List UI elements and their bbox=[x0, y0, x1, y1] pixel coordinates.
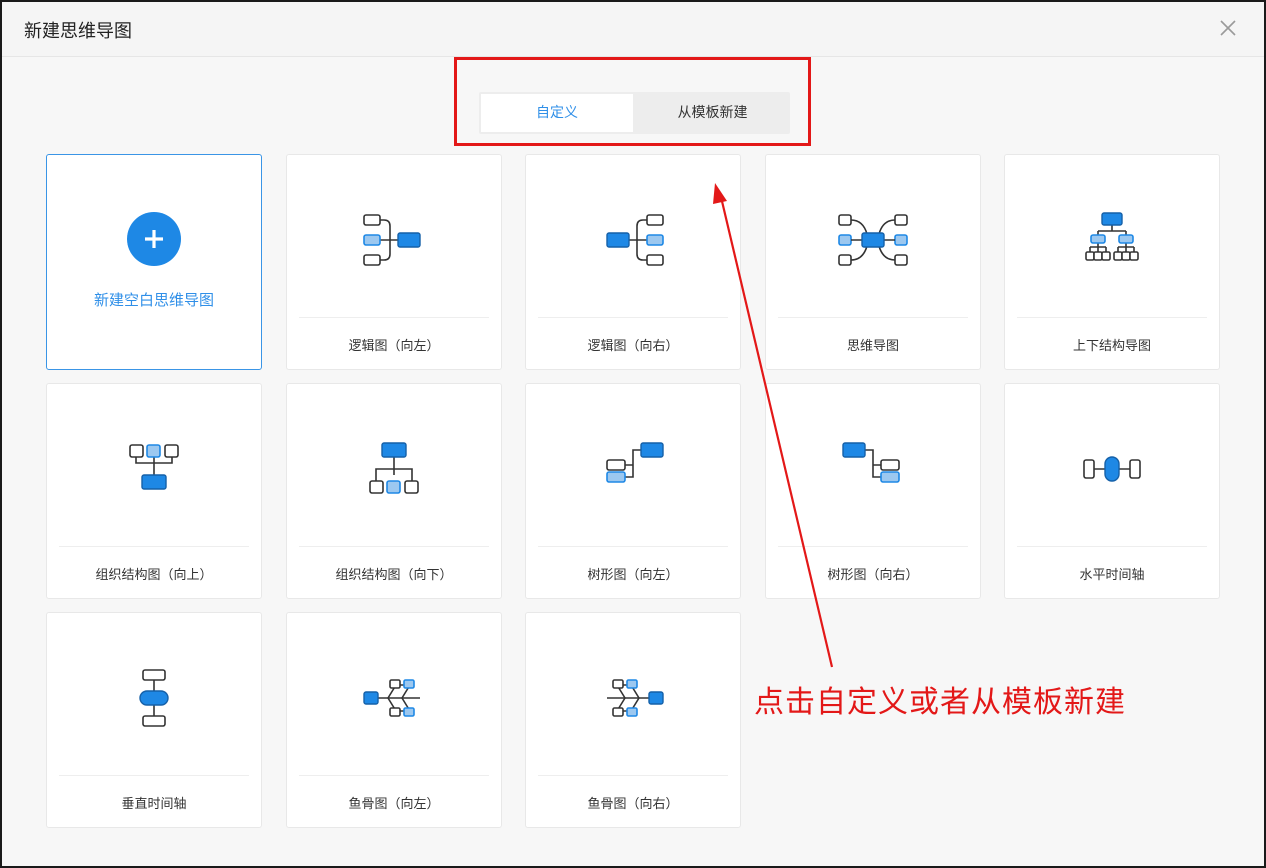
card-divider bbox=[538, 546, 728, 547]
card-divider bbox=[1017, 546, 1207, 547]
fishbone-left-icon bbox=[287, 653, 501, 743]
logic-right-icon bbox=[526, 195, 740, 285]
card-divider bbox=[538, 317, 728, 318]
close-icon[interactable] bbox=[1216, 16, 1240, 40]
card-template[interactable]: 鱼骨图（向左） bbox=[286, 612, 502, 828]
card-divider bbox=[299, 546, 489, 547]
dialog-title: 新建思维导图 bbox=[24, 21, 132, 42]
card-label: 组织结构图（向上） bbox=[95, 568, 213, 583]
tab-custom[interactable]: 自定义 bbox=[481, 94, 633, 132]
card-label: 逻辑图（向右） bbox=[587, 339, 679, 354]
tree-left-icon bbox=[526, 424, 740, 514]
card-template[interactable]: 思维导图 bbox=[765, 154, 981, 370]
fishbone-right-icon bbox=[526, 653, 740, 743]
dialog: 新建思维导图 自定义 从模板新建 新建空白思维导图 逻辑图（向左） 逻辑图（向右… bbox=[0, 0, 1266, 868]
timeline-horizontal-icon bbox=[1005, 424, 1219, 514]
card-template[interactable]: 逻辑图（向右） bbox=[525, 154, 741, 370]
card-label: 水平时间轴 bbox=[1079, 568, 1145, 583]
card-template[interactable]: 树形图（向左） bbox=[525, 383, 741, 599]
timeline-vertical-icon bbox=[47, 653, 261, 743]
dialog-body: 自定义 从模板新建 新建空白思维导图 逻辑图（向左） 逻辑图（向右） 思维导图 … bbox=[2, 57, 1264, 866]
card-label: 上下结构导图 bbox=[1072, 339, 1151, 354]
plus-icon bbox=[127, 212, 181, 266]
card-label: 树形图（向右） bbox=[827, 568, 919, 583]
card-divider bbox=[538, 775, 728, 776]
logic-left-icon bbox=[287, 195, 501, 285]
card-label: 逻辑图（向左） bbox=[348, 339, 440, 354]
card-divider bbox=[778, 546, 968, 547]
annotation-text: 点击自定义或者从模板新建 bbox=[754, 685, 1126, 720]
card-template[interactable]: 垂直时间轴 bbox=[46, 612, 262, 828]
card-template[interactable]: 水平时间轴 bbox=[1004, 383, 1220, 599]
top-down-icon bbox=[1005, 195, 1219, 285]
tree-right-icon bbox=[766, 424, 980, 514]
card-divider bbox=[59, 775, 249, 776]
org-down-icon bbox=[287, 424, 501, 514]
card-label: 树形图（向左） bbox=[587, 568, 679, 583]
card-label: 鱼骨图（向右） bbox=[587, 797, 679, 812]
card-divider bbox=[59, 546, 249, 547]
card-template[interactable]: 树形图（向右） bbox=[765, 383, 981, 599]
tab-bar: 自定义 从模板新建 bbox=[479, 92, 790, 134]
org-up-icon bbox=[47, 424, 261, 514]
card-label: 新建空白思维导图 bbox=[93, 291, 214, 309]
card-template[interactable]: 组织结构图（向下） bbox=[286, 383, 502, 599]
dialog-header: 新建思维导图 bbox=[2, 2, 1264, 57]
card-label: 鱼骨图（向左） bbox=[348, 797, 440, 812]
tab-from-template[interactable]: 从模板新建 bbox=[635, 92, 790, 134]
card-label: 思维导图 bbox=[846, 339, 899, 354]
card-new-blank[interactable]: 新建空白思维导图 bbox=[46, 154, 262, 370]
card-label: 垂直时间轴 bbox=[121, 797, 187, 812]
card-divider bbox=[299, 775, 489, 776]
card-template[interactable]: 组织结构图（向上） bbox=[46, 383, 262, 599]
card-divider bbox=[778, 317, 968, 318]
card-template[interactable]: 逻辑图（向左） bbox=[286, 154, 502, 370]
card-template[interactable]: 鱼骨图（向右） bbox=[525, 612, 741, 828]
card-label: 组织结构图（向下） bbox=[335, 568, 453, 583]
card-divider bbox=[1017, 317, 1207, 318]
mindmap-icon bbox=[766, 195, 980, 285]
card-divider bbox=[299, 317, 489, 318]
card-template[interactable]: 上下结构导图 bbox=[1004, 154, 1220, 370]
